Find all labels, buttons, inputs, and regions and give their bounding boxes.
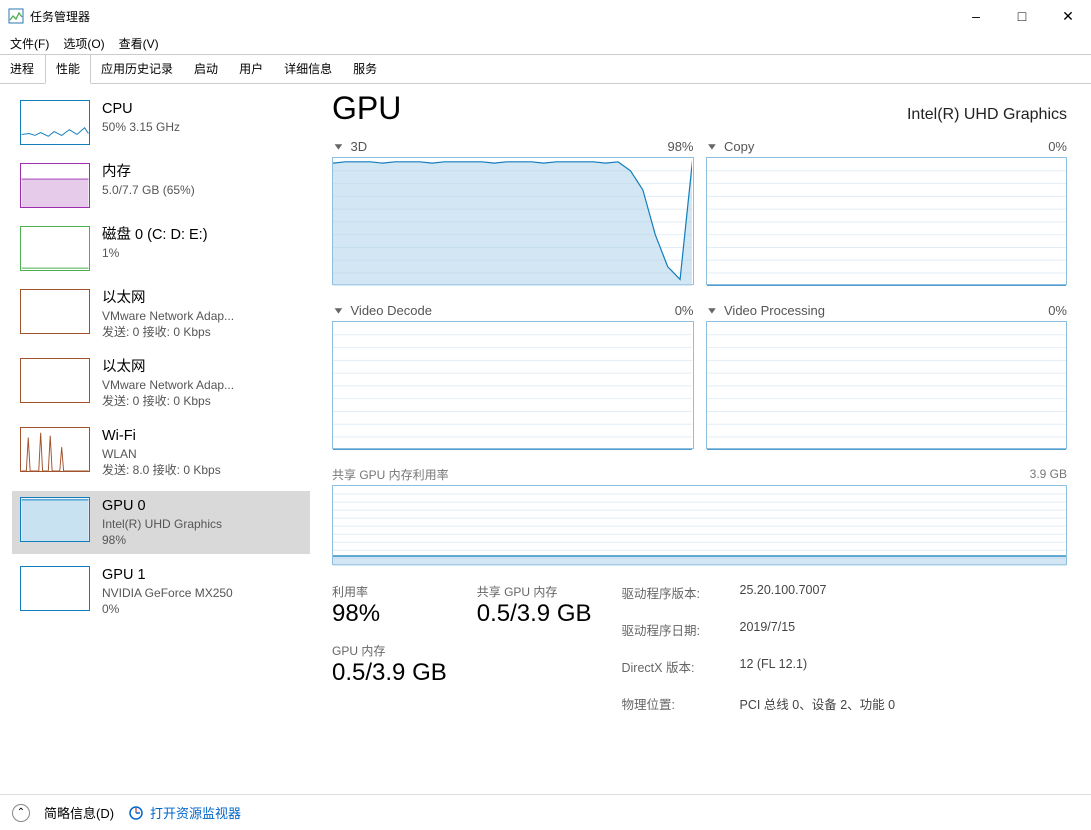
chart-copy: ▼ Copy0% — [706, 135, 1068, 285]
tab-0[interactable]: 进程 — [0, 55, 45, 83]
main-subtitle: Intel(R) UHD Graphics — [907, 106, 1067, 124]
sidebar-item-2[interactable]: 磁盘 0 (C: D: E:)1% — [12, 220, 310, 277]
tab-bar: 进程性能应用历史记录启动用户详细信息服务 — [0, 54, 1091, 84]
chevron-down-icon[interactable]: ▼ — [332, 305, 345, 316]
chevron-down-icon[interactable]: ▼ — [332, 141, 345, 152]
chart-video-decode: ▼ Video Decode0% — [332, 299, 694, 449]
tab-5[interactable]: 详细信息 — [274, 55, 343, 83]
app-icon — [8, 8, 24, 24]
tab-6[interactable]: 服务 — [343, 55, 388, 83]
tab-4[interactable]: 用户 — [229, 55, 274, 83]
chart-shared-gpu-mem: 共享 GPU 内存利用率3.9 GB — [332, 463, 1067, 565]
window-controls: – □ ✕ — [953, 0, 1091, 32]
tab-3[interactable]: 启动 — [184, 55, 229, 83]
sidebar: CPU50% 3.15 GHz 内存5.0/7.7 GB (65%) 磁盘 0 (C… — [0, 84, 310, 794]
brief-info-link[interactable]: 简略信息(D) — [44, 803, 114, 822]
close-button[interactable]: ✕ — [1045, 0, 1091, 32]
open-resmon-link[interactable]: 打开资源监视器 — [128, 803, 241, 822]
resmon-icon — [128, 805, 144, 821]
main-panel: GPU Intel(R) UHD Graphics ▼ 3D98% ▼ Copy… — [310, 84, 1091, 794]
menubar: 文件(F) 选项(O) 查看(V) — [0, 32, 1091, 54]
chevron-down-icon[interactable]: ▼ — [706, 305, 719, 316]
sidebar-item-7[interactable]: GPU 1NVIDIA GeForce MX2500% — [12, 560, 310, 623]
maximize-button[interactable]: □ — [999, 0, 1045, 32]
minimize-button[interactable]: – — [953, 0, 999, 32]
stats-block: 利用率98% GPU 内存0.5/3.9 GB 共享 GPU 内存0.5/3.9… — [332, 583, 1067, 717]
sidebar-item-4[interactable]: 以太网VMware Network Adap...发送: 0 接收: 0 Kbp… — [12, 352, 310, 415]
footer: ⌃ 简略信息(D) 打开资源监视器 — [0, 794, 1091, 830]
sidebar-item-3[interactable]: 以太网VMware Network Adap...发送: 0 接收: 0 Kbp… — [12, 283, 310, 346]
collapse-button[interactable]: ⌃ — [12, 804, 30, 822]
chart-3d: ▼ 3D98% — [332, 135, 694, 285]
tab-1[interactable]: 性能 — [45, 54, 91, 84]
chevron-down-icon[interactable]: ▼ — [706, 141, 719, 152]
menu-options[interactable]: 选项(O) — [63, 35, 104, 52]
sidebar-item-6[interactable]: GPU 0Intel(R) UHD Graphics98% — [12, 491, 310, 554]
sidebar-item-1[interactable]: 内存5.0/7.7 GB (65%) — [12, 157, 310, 214]
tab-2[interactable]: 应用历史记录 — [91, 55, 184, 83]
titlebar: 任务管理器 – □ ✕ — [0, 0, 1091, 32]
sidebar-item-0[interactable]: CPU50% 3.15 GHz — [12, 94, 310, 151]
main-title: GPU — [332, 90, 401, 127]
chart-video-processing: ▼ Video Processing0% — [706, 299, 1068, 449]
menu-file[interactable]: 文件(F) — [10, 35, 49, 52]
menu-view[interactable]: 查看(V) — [119, 35, 159, 52]
sidebar-item-5[interactable]: Wi-FiWLAN发送: 8.0 接收: 0 Kbps — [12, 421, 310, 484]
window-title: 任务管理器 — [30, 8, 953, 25]
